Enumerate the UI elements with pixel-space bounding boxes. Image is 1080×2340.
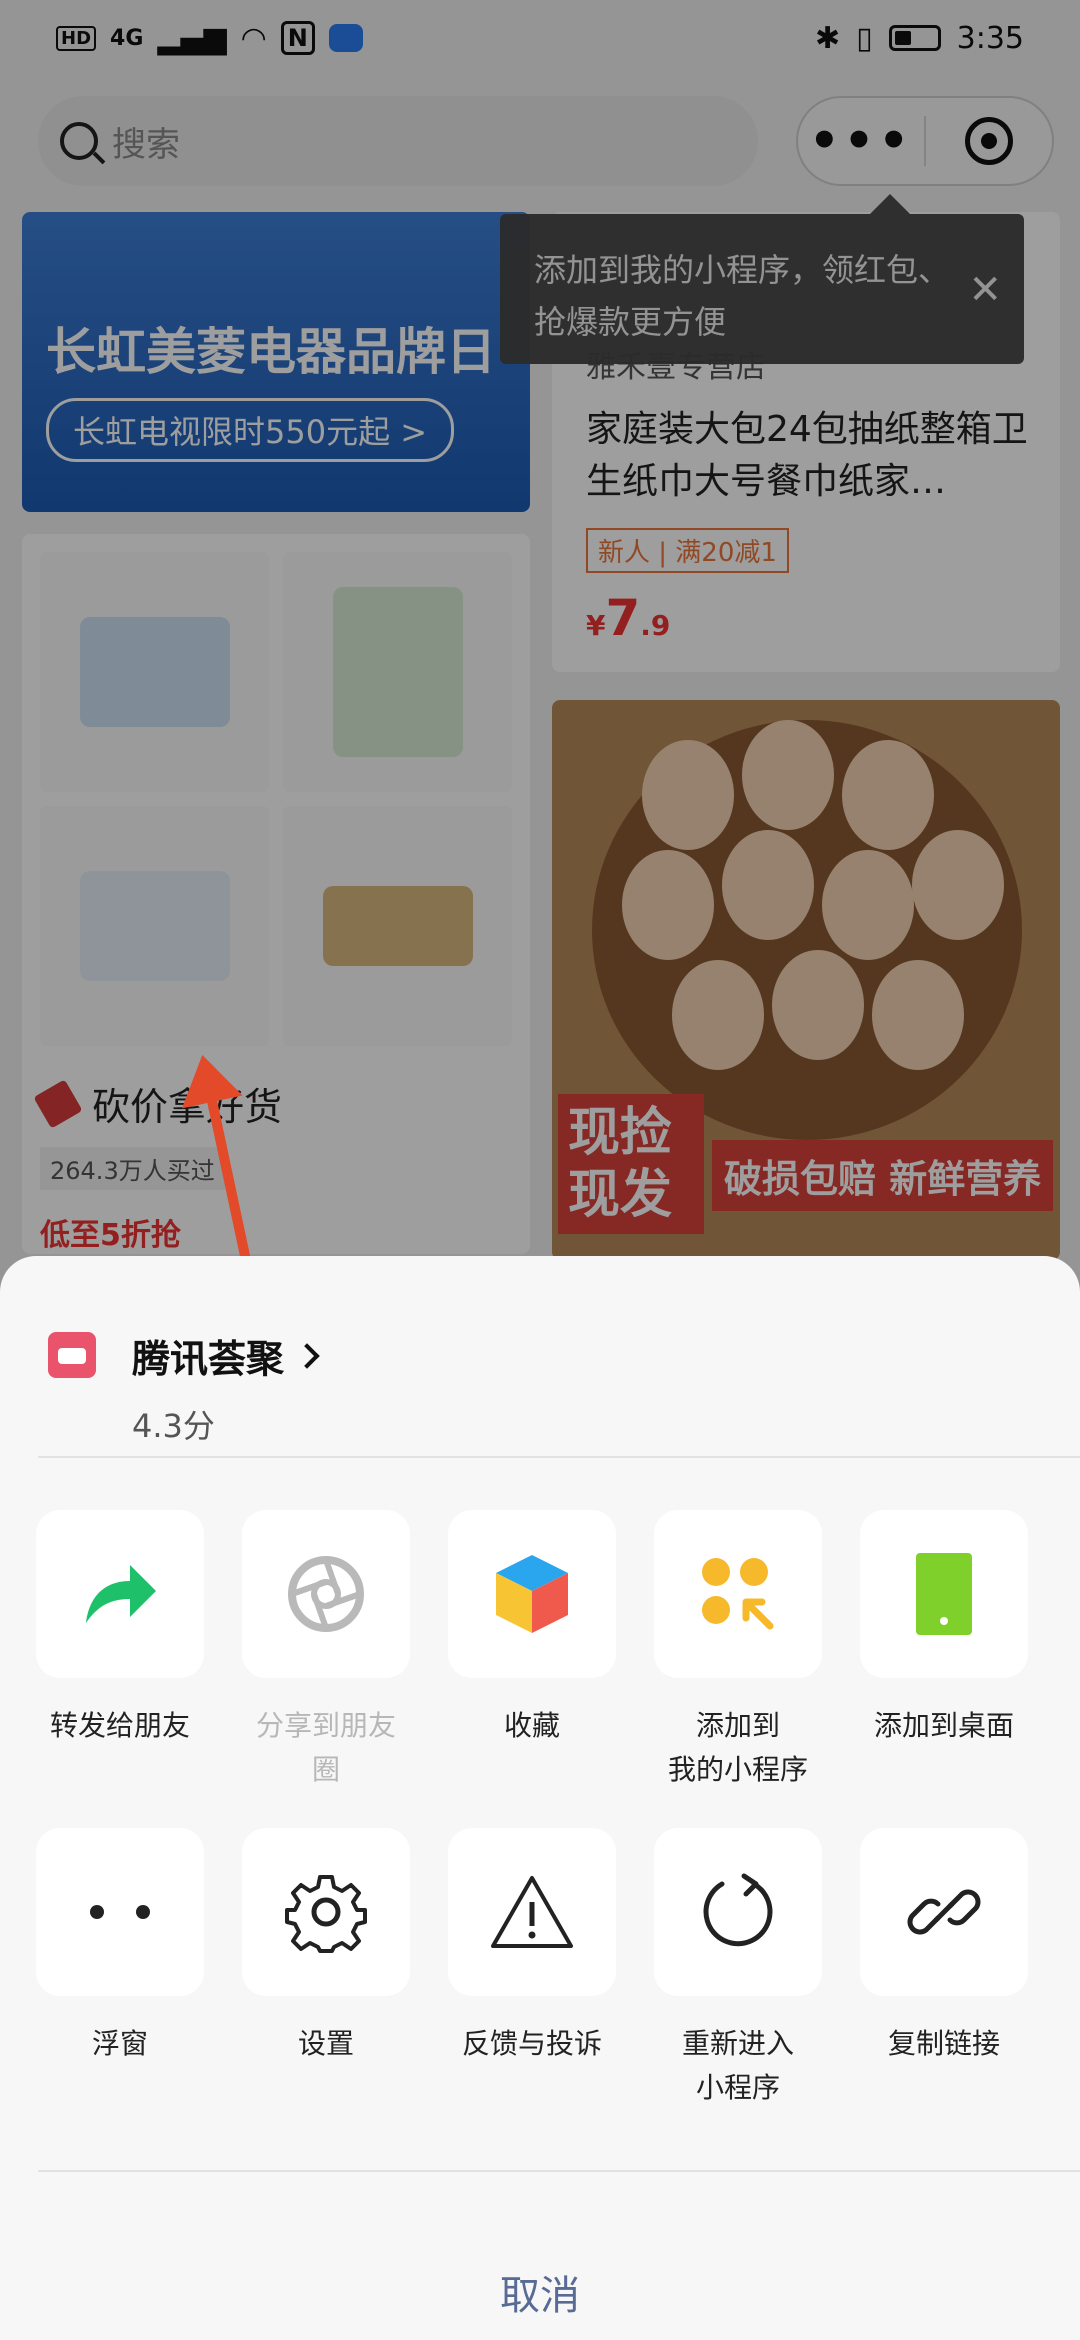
feedback-complaint-button[interactable]: 反馈与投诉 bbox=[448, 1828, 616, 2110]
op-label: 反馈与投诉 bbox=[461, 2027, 602, 2060]
float-window-button[interactable]: 浮窗 bbox=[36, 1828, 204, 2110]
op-tile bbox=[860, 1828, 1028, 1996]
copy-link-button[interactable]: 复制链接 bbox=[860, 1828, 1028, 2110]
share-action-sheet: 腾讯荟聚 4.3分 转发给朋友 分享到朋友 圈 收藏 添加到 我的小程序 添加到… bbox=[0, 1256, 1080, 2340]
app-score: 4.3分 bbox=[132, 1407, 215, 1445]
op-label: 添加到桌面 bbox=[873, 1709, 1014, 1742]
phone-desktop-icon bbox=[916, 1553, 972, 1635]
op-label: 浮窗 bbox=[91, 2027, 148, 2060]
app-name: 腾讯荟聚 bbox=[132, 1337, 285, 1381]
op-label: 复制链接 bbox=[887, 2027, 1000, 2060]
op-tile bbox=[36, 1828, 204, 1996]
sheet-divider bbox=[38, 1456, 1080, 1458]
favorite-button[interactable]: 收藏 bbox=[448, 1510, 616, 1792]
settings-button[interactable]: 设置 bbox=[242, 1828, 410, 2110]
tool-options-row: 浮窗 设置 反馈与投诉 重新进入 小程序 复制链接 bbox=[36, 1828, 1028, 2110]
op-label: 转发给朋友 bbox=[49, 1709, 190, 1742]
mini-program-info[interactable]: 腾讯荟聚 4.3分 bbox=[48, 1328, 320, 1447]
cancel-button[interactable]: 取消 bbox=[0, 2252, 1080, 2332]
mini-program-dots-icon bbox=[702, 1558, 774, 1630]
sheet-divider bbox=[38, 2170, 1080, 2172]
op-tile bbox=[654, 1510, 822, 1678]
add-to-desktop-button[interactable]: 添加到桌面 bbox=[860, 1510, 1028, 1792]
warning-icon bbox=[491, 1876, 573, 1948]
share-options-row: 转发给朋友 分享到朋友 圈 收藏 添加到 我的小程序 添加到桌面 bbox=[36, 1510, 1028, 1792]
op-tile bbox=[242, 1510, 410, 1678]
reenter-mini-program-button[interactable]: 重新进入 小程序 bbox=[654, 1828, 822, 2110]
op-label: 分享到朋友 圈 bbox=[255, 1709, 396, 1786]
cube-icon bbox=[496, 1555, 568, 1633]
float-window-icon bbox=[90, 1905, 150, 1919]
op-tile bbox=[860, 1510, 1028, 1678]
op-label: 重新进入 小程序 bbox=[681, 2027, 794, 2104]
link-icon bbox=[907, 1889, 981, 1935]
gear-icon bbox=[285, 1875, 367, 1953]
op-label: 设置 bbox=[297, 2027, 354, 2060]
share-to-moments-button[interactable]: 分享到朋友 圈 bbox=[242, 1510, 410, 1792]
add-to-my-mini-programs-button[interactable]: 添加到 我的小程序 bbox=[654, 1510, 822, 1792]
refresh-icon bbox=[703, 1873, 773, 1947]
op-tile bbox=[448, 1828, 616, 1996]
chevron-right-icon bbox=[294, 1342, 320, 1369]
app-name-row: 腾讯荟聚 bbox=[132, 1328, 320, 1383]
forward-to-friend-button[interactable]: 转发给朋友 bbox=[36, 1510, 204, 1792]
op-label: 收藏 bbox=[503, 1709, 560, 1742]
op-tile bbox=[242, 1828, 410, 1996]
aperture-icon bbox=[288, 1556, 364, 1632]
op-tile bbox=[36, 1510, 204, 1678]
op-label: 添加到 我的小程序 bbox=[667, 1709, 808, 1786]
app-logo bbox=[48, 1332, 96, 1378]
forward-arrow-icon bbox=[86, 1565, 156, 1623]
op-tile bbox=[448, 1510, 616, 1678]
op-tile bbox=[654, 1828, 822, 1996]
